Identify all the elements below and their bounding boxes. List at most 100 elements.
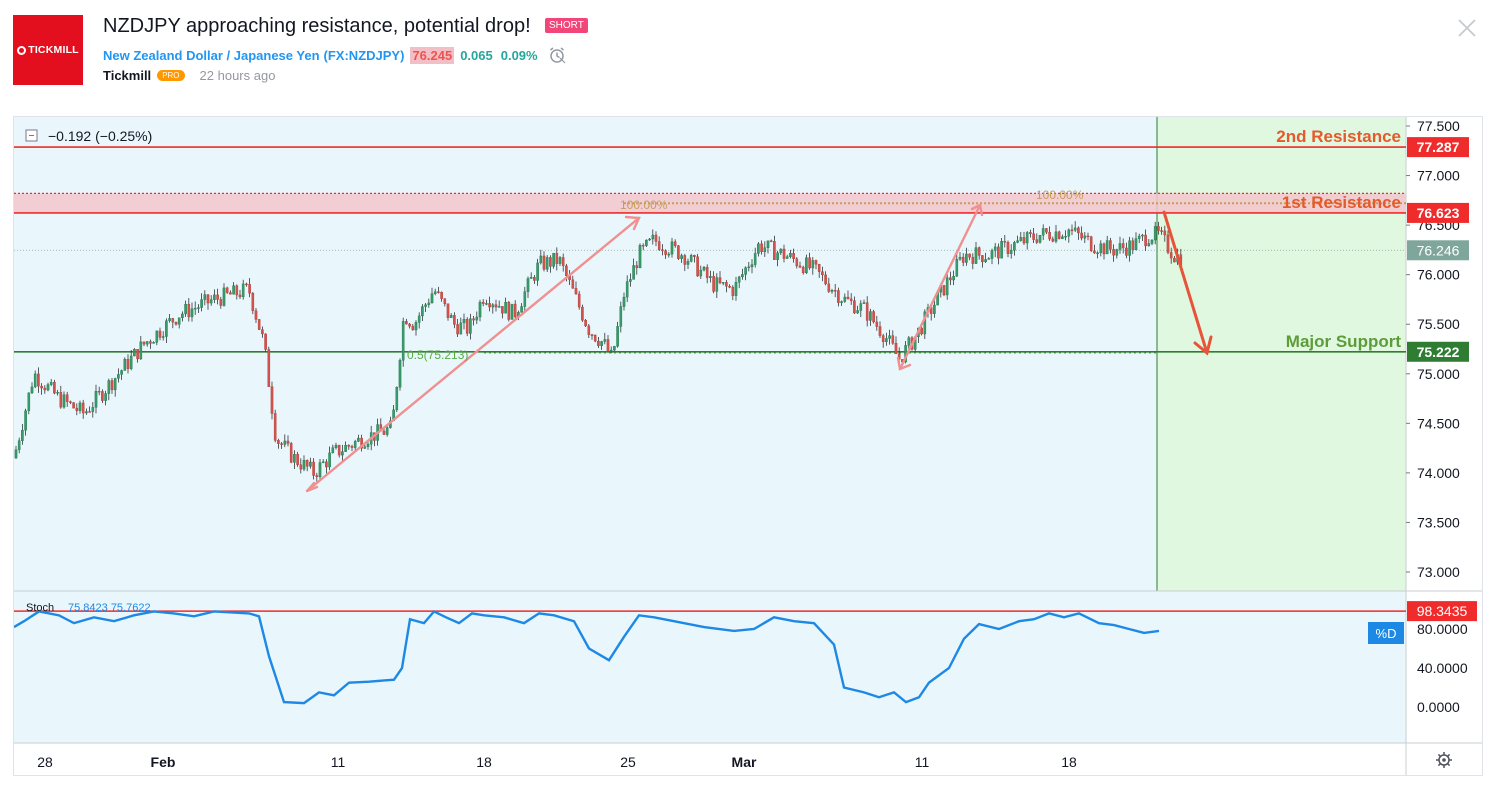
candle-body (222, 287, 226, 306)
author-name[interactable]: Tickmill (103, 68, 151, 83)
candle-body (763, 247, 767, 253)
stoch-axis[interactable]: 80.0000 40.0000 0.0000 (1417, 621, 1468, 715)
candle-body (453, 315, 456, 325)
candle-body (1099, 243, 1103, 254)
candle-body (155, 330, 159, 343)
candle-body (702, 266, 706, 271)
candle-body (430, 293, 434, 304)
candle-body (529, 277, 533, 279)
price-change: 0.065 (460, 47, 493, 63)
candle-body (101, 391, 104, 401)
candle-body (622, 296, 626, 307)
candle-body (1009, 250, 1013, 254)
candle-body (878, 326, 882, 336)
candle-body (581, 306, 584, 321)
candle-body (245, 283, 248, 286)
candle-body (827, 283, 831, 292)
candle-body (254, 310, 258, 320)
candle-body (1128, 240, 1131, 256)
alarm-clock-icon[interactable] (548, 46, 566, 64)
candle-body (705, 266, 709, 278)
candle-body (571, 279, 575, 289)
time-axis[interactable]: 28 Feb 11 18 25 Mar 11 18 (37, 754, 1077, 770)
tickmill-mark-icon (17, 45, 27, 55)
stoch-legend-name: Stoch (26, 602, 54, 614)
candle-body (363, 446, 367, 449)
time-tick-4: 25 (620, 754, 636, 770)
candle-body (475, 316, 479, 321)
candle-body (177, 317, 181, 325)
candle-body (325, 461, 328, 468)
candle-body (891, 335, 895, 344)
candle-body (459, 322, 463, 335)
candle-body (673, 241, 677, 246)
candle-body (789, 253, 792, 257)
candle-body (699, 269, 703, 277)
settings-gear-icon[interactable] (1436, 752, 1452, 768)
candle-body (120, 370, 123, 375)
candle-body (209, 299, 213, 304)
candle-body (229, 292, 232, 295)
candle-body (635, 265, 639, 269)
stoch-tick-2: 0.0000 (1417, 699, 1460, 715)
candle-body (485, 303, 488, 305)
candle-body (747, 266, 751, 269)
candle-body (334, 444, 338, 448)
candle-body (1016, 240, 1019, 243)
stoch-level-text: 98.3435 (1417, 603, 1468, 619)
candle-body (465, 319, 469, 334)
candle-body (843, 296, 847, 302)
candle-body (149, 341, 152, 344)
candle-body (280, 443, 283, 445)
candle-body (152, 342, 155, 344)
candle-body (974, 247, 978, 264)
candle-body (1070, 229, 1074, 232)
price-chart[interactable]: 2nd Resistance 1st Resistance Major Suppor… (13, 117, 1482, 775)
time-tick-3: 18 (476, 754, 492, 770)
candle-body (584, 319, 587, 327)
candle-body (565, 265, 568, 277)
level-tag-text-1: 76.623 (1417, 205, 1460, 221)
candle-body (1086, 235, 1090, 238)
candle-body (533, 277, 536, 281)
candle-body (1160, 230, 1163, 232)
candle-body (190, 308, 194, 318)
candle-body (427, 302, 431, 305)
candle-body (24, 410, 27, 431)
candle-body (862, 302, 866, 304)
symbol-code-link[interactable]: (FX:NZDJPY) (324, 48, 405, 63)
candle-body (808, 257, 811, 269)
candle-body (14, 449, 18, 459)
candle-body (200, 299, 203, 308)
stoch-tick-0: 80.0000 (1417, 621, 1468, 637)
candle-body (1131, 240, 1135, 250)
candle-body (293, 454, 296, 463)
projection-zone (1157, 117, 1406, 591)
legend-change: −0.192 (−0.25%) (48, 128, 152, 144)
candle-body (657, 241, 661, 250)
candle-body (401, 321, 405, 361)
candle-body (481, 301, 485, 304)
price-tick-7: 74.000 (1417, 465, 1460, 481)
candle-body (331, 447, 335, 454)
candle-body (59, 392, 63, 408)
candle-body (273, 413, 277, 441)
candle-body (408, 323, 411, 327)
stoch-d-badge-text: %D (1376, 626, 1397, 641)
candle-body (766, 240, 770, 248)
author-logo[interactable]: TICKMILL (13, 15, 83, 85)
time-tick-5: Mar (732, 754, 757, 770)
close-icon[interactable] (1456, 17, 1478, 39)
candle-body (817, 264, 821, 272)
candle-body (53, 381, 56, 394)
candle-body (267, 349, 271, 387)
symbol-name-link[interactable]: New Zealand Dollar / Japanese Yen (103, 48, 320, 63)
logo-text: TICKMILL (28, 44, 79, 56)
chart-container[interactable]: 2nd Resistance 1st Resistance Major Suppor… (13, 116, 1483, 776)
candle-body (651, 234, 655, 240)
candle-body (821, 271, 824, 276)
candle-body (728, 286, 731, 288)
candle-body (965, 253, 968, 263)
candle-body (725, 282, 728, 287)
candle-body (414, 322, 418, 331)
